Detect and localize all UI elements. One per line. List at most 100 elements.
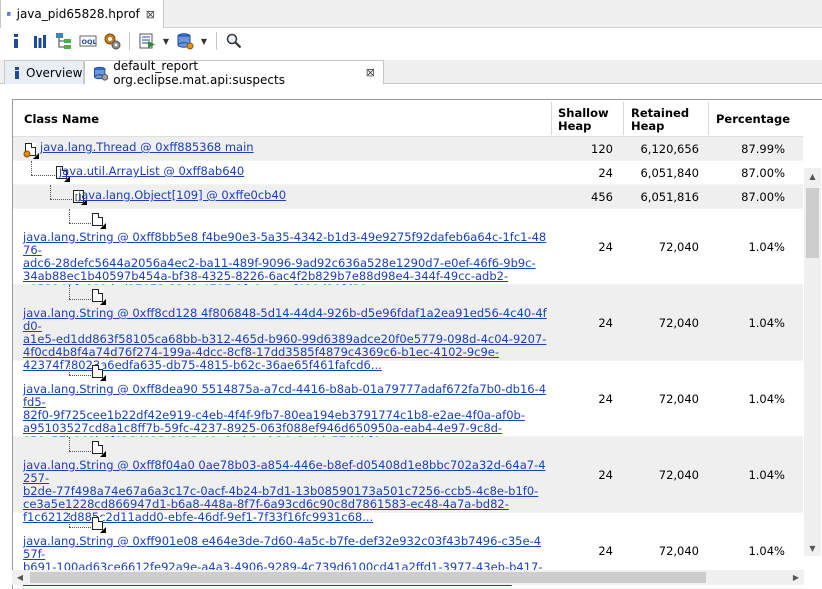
tree-line: [69, 513, 70, 527]
header-retained-line2: Heap: [631, 119, 665, 133]
cell-percentage: 87.99%: [741, 142, 785, 156]
run-report-icon[interactable]: [137, 31, 157, 51]
string-object-icon: [92, 289, 106, 305]
cell-percentage: 87.00%: [741, 190, 785, 204]
tab-overview-label: Overview: [26, 65, 83, 80]
cell-shallow-heap: 24: [598, 392, 613, 406]
vertical-scroll-thumb[interactable]: [806, 188, 819, 258]
info-icon: [15, 66, 19, 79]
cell-retained-heap: 6,051,840: [640, 166, 699, 180]
header-percentage[interactable]: Percentage: [716, 113, 790, 126]
cell-percentage: 1.04%: [748, 544, 785, 558]
tree-line: [69, 285, 70, 299]
cell-shallow-heap: 24: [598, 240, 613, 254]
string-object-icon: [92, 517, 106, 533]
header-class-name[interactable]: Class Name: [24, 113, 99, 126]
report-icon: [93, 66, 109, 81]
cell-retained-heap: 72,040: [658, 240, 699, 254]
tree-line: [31, 161, 32, 175]
svg-text:OQL: OQL: [82, 38, 97, 46]
cell-percentage: 87.00%: [741, 166, 785, 180]
table-header: Class Name Shallow Heap Retained Heap Pe…: [13, 100, 803, 137]
cell-retained-heap: 6,051,816: [640, 190, 699, 204]
tree-line: [69, 375, 91, 376]
heap-dump-icon[interactable]: [175, 31, 195, 51]
suspects-table: Class Name Shallow Heap Retained Heap Pe…: [12, 99, 822, 589]
scroll-up-icon[interactable]: ▲: [804, 168, 821, 184]
tab-default-report-label: default_report org.eclipse.mat.api:suspe…: [113, 58, 285, 87]
tree-line: [31, 175, 55, 176]
close-icon[interactable]: ⊠: [366, 66, 375, 79]
tree-line: [69, 299, 91, 300]
table-row[interactable]: java.lang.Thread @ 0xff885368 main 120 6…: [13, 137, 803, 161]
column-divider[interactable]: [708, 102, 709, 135]
tree-line: [69, 437, 70, 451]
tree-line: [50, 199, 74, 200]
scroll-right-icon[interactable]: ▶: [788, 570, 804, 585]
thread-marker-icon: [23, 150, 31, 158]
tab-default-report[interactable]: default_report org.eclipse.mat.api:suspe…: [84, 58, 384, 87]
cell-percentage: 1.04%: [748, 240, 785, 254]
cell-retained-heap: 6,120,656: [640, 142, 699, 156]
cell-shallow-heap: 24: [598, 316, 613, 330]
header-retained-heap[interactable]: Retained Heap: [631, 107, 689, 133]
string-object-icon: [92, 441, 106, 457]
column-divider[interactable]: [623, 102, 624, 135]
string-object-icon: [92, 365, 106, 381]
string-object-icon: [92, 213, 106, 229]
table-row[interactable]: java.lang.String @ 0xff8dea90 5514875a-a…: [13, 361, 803, 448]
chevron-down-icon[interactable]: ▼: [199, 31, 209, 51]
heap-dump-icon: [7, 12, 11, 16]
tree-line: [69, 451, 91, 452]
header-shallow-heap[interactable]: Shallow Heap: [558, 107, 609, 133]
tree-line: [69, 361, 70, 375]
table-row[interactable]: [] java.lang.Object[109] @ 0xffe0cb40 45…: [13, 185, 803, 209]
cell-percentage: 1.04%: [748, 392, 785, 406]
search-icon[interactable]: [224, 31, 244, 51]
sub-tab-bar: Overview default_report org.eclipse.mat.…: [0, 58, 822, 87]
cell-retained-heap: 72,040: [658, 544, 699, 558]
cell-retained-heap: 72,040: [658, 392, 699, 406]
cell-retained-heap: 72,040: [658, 316, 699, 330]
cell-shallow-heap: 24: [598, 166, 613, 180]
header-shallow-line2: Heap: [558, 119, 592, 133]
tree-line: [69, 527, 91, 528]
close-icon[interactable]: ⊠: [146, 8, 155, 21]
scroll-down-icon[interactable]: ▼: [804, 540, 821, 556]
toolbar-separator: [129, 32, 130, 50]
horizontal-scroll-thumb[interactable]: [30, 572, 706, 583]
table-row[interactable]: java.util.ArrayList @ 0xff8ab640 24 6,05…: [13, 161, 803, 185]
oql-icon[interactable]: OQL: [78, 31, 98, 51]
tree-line: [69, 223, 91, 224]
object-link[interactable]: java.lang.Object[109] @ 0xffe0cb40: [78, 189, 286, 202]
scroll-left-icon[interactable]: ◀: [12, 570, 28, 585]
gears-icon[interactable]: [102, 31, 122, 51]
cell-shallow-heap: 24: [598, 468, 613, 482]
object-link[interactable]: java.util.ArrayList @ 0xff8ab640: [59, 165, 244, 178]
editor-tab-hprof[interactable]: java_pid65828.hprof ⊠: [0, 0, 164, 28]
cell-shallow-heap: 24: [598, 544, 613, 558]
editor-tab-bar: java_pid65828.hprof ⊠: [0, 0, 822, 28]
cell-percentage: 1.04%: [748, 316, 785, 330]
toolbar-separator: [216, 32, 217, 50]
chevron-down-icon[interactable]: ▼: [161, 31, 171, 51]
editor-tab-label: java_pid65828.hprof: [16, 7, 140, 21]
column-divider[interactable]: [551, 102, 552, 135]
tab-overview[interactable]: Overview: [4, 60, 84, 84]
table-row[interactable]: java.lang.String @ 0xff8f04a0 0ae78b03-a…: [13, 437, 803, 524]
histogram-icon[interactable]: [30, 31, 50, 51]
horizontal-scrollbar[interactable]: ◀ ▶: [12, 570, 804, 585]
info-icon[interactable]: [6, 31, 26, 51]
tree-line: [50, 185, 51, 199]
vertical-scrollbar[interactable]: ▲ ▼: [804, 168, 821, 556]
toolbar: OQL ▼ ▼: [0, 28, 822, 54]
object-link[interactable]: java.lang.Thread @ 0xff885368 main: [40, 141, 254, 154]
cell-shallow-heap: 456: [591, 190, 613, 204]
table-row[interactable]: java.lang.String @ 0xff8cd128 4f806848-5…: [13, 285, 803, 372]
table-row[interactable]: java.lang.String @ 0xff8bb5e8 f4be90e3-5…: [13, 209, 803, 296]
cell-shallow-heap: 120: [591, 142, 613, 156]
cell-percentage: 1.04%: [748, 468, 785, 482]
dominator-tree-icon[interactable]: [54, 31, 74, 51]
tree-line: [69, 209, 70, 223]
cell-retained-heap: 72,040: [658, 468, 699, 482]
